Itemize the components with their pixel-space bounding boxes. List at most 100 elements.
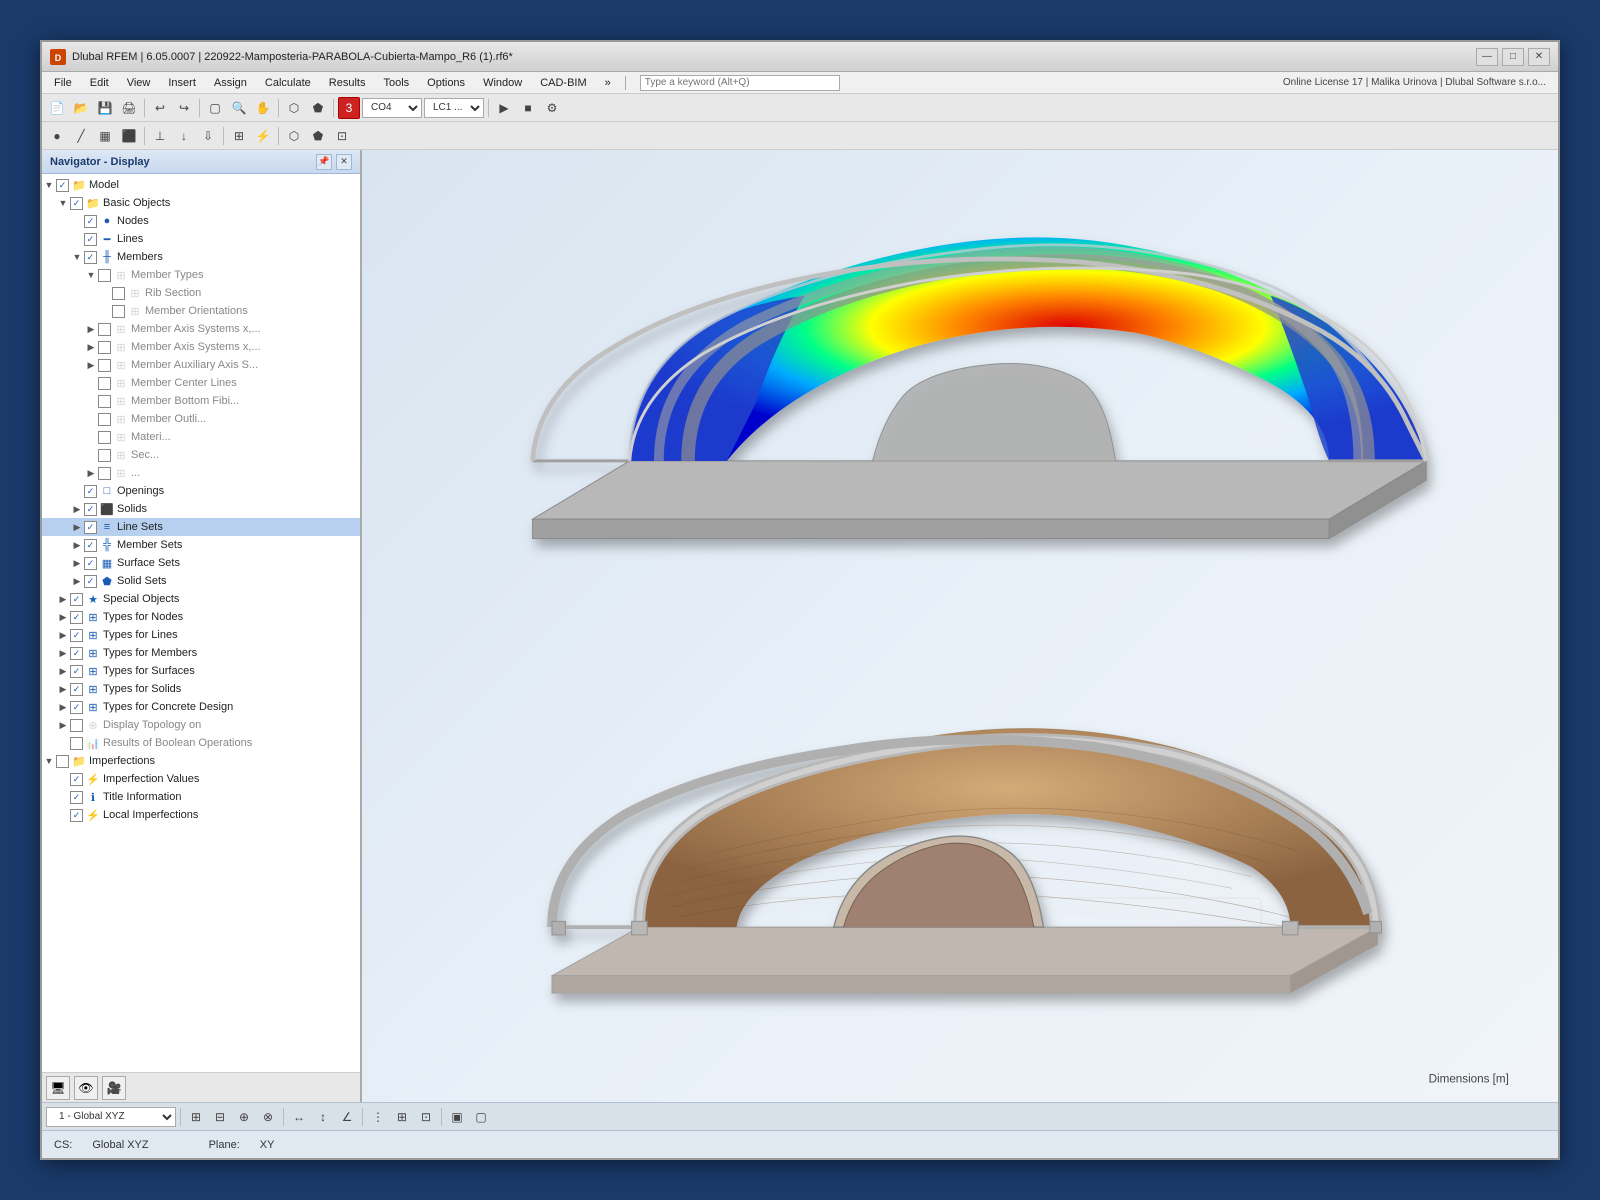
tree-item-display-topology[interactable]: ▶⊕Display Topology on — [42, 716, 360, 734]
menu-more[interactable]: » — [597, 75, 619, 91]
tree-checkbox-types-nodes[interactable] — [70, 611, 83, 624]
tree-item-types-lines[interactable]: ▶⊞Types for Lines — [42, 626, 360, 644]
tree-item-types-concrete[interactable]: ▶⊞Types for Concrete Design — [42, 698, 360, 716]
tb-new[interactable]: 📄 — [46, 97, 68, 119]
tree-expander-special-objects[interactable]: ▶ — [56, 592, 70, 606]
tree-item-sections[interactable]: ⊞Sec... — [42, 446, 360, 464]
tree-checkbox-local-imperfections[interactable] — [70, 809, 83, 822]
search-input[interactable] — [640, 75, 840, 91]
menu-edit[interactable]: Edit — [82, 75, 117, 91]
tree-expander-member-aux[interactable]: ▶ — [84, 358, 98, 372]
tree-checkbox-imperfections[interactable] — [56, 755, 69, 768]
tree-item-imperfection-values[interactable]: ⚡Imperfection Values — [42, 770, 360, 788]
menu-assign[interactable]: Assign — [206, 75, 255, 91]
tree-checkbox-special-objects[interactable] — [70, 593, 83, 606]
tree-checkbox-openings[interactable] — [84, 485, 97, 498]
tree-checkbox-member-center[interactable] — [98, 377, 111, 390]
tree-item-special-objects[interactable]: ▶★Special Objects — [42, 590, 360, 608]
tree-checkbox-display-topology[interactable] — [70, 719, 83, 732]
tb-run[interactable]: ▶ — [493, 97, 515, 119]
tree-checkbox-member-axis-x2[interactable] — [98, 341, 111, 354]
tb-wire[interactable]: ⬟ — [307, 97, 329, 119]
tree-checkbox-types-members[interactable] — [70, 647, 83, 660]
tree-checkbox-members[interactable] — [84, 251, 97, 264]
tree-item-types-nodes[interactable]: ▶⊞Types for Nodes — [42, 608, 360, 626]
tree-expander-member-axis-x1[interactable]: ▶ — [84, 322, 98, 336]
tb-save[interactable]: 💾 — [94, 97, 116, 119]
tree-expander-display-topology[interactable]: ▶ — [56, 718, 70, 732]
tree-expander-basic-objects[interactable]: ▼ — [56, 196, 70, 210]
navigator-tree[interactable]: ▼📁Model▼📁Basic Objects●Nodes━Lines▼╫Memb… — [42, 174, 360, 1072]
tree-checkbox-member-axis-x1[interactable] — [98, 323, 111, 336]
tree-item-nodes[interactable]: ●Nodes — [42, 212, 360, 230]
nav-camera-button[interactable]: 🎥 — [102, 1076, 126, 1100]
tree-expander-types-surfaces[interactable]: ▶ — [56, 664, 70, 678]
tree-checkbox-nodes[interactable] — [84, 215, 97, 228]
bt-axis2[interactable]: ↕ — [312, 1106, 334, 1128]
tb-redo[interactable]: ↪ — [173, 97, 195, 119]
tree-expander-imperfections[interactable]: ▼ — [42, 754, 56, 768]
tree-checkbox-results-boolean[interactable] — [70, 737, 83, 750]
tree-expander-types-lines[interactable]: ▶ — [56, 628, 70, 642]
tree-item-member-outline[interactable]: ⊞Member Outli... — [42, 410, 360, 428]
tree-item-results-boolean[interactable]: 📊Results of Boolean Operations — [42, 734, 360, 752]
tb-undo[interactable]: ↩ — [149, 97, 171, 119]
tree-expander-surfaces-group[interactable]: ▶ — [84, 466, 98, 480]
tree-item-types-solids[interactable]: ▶⊞Types for Solids — [42, 680, 360, 698]
tb-select[interactable]: ▢ — [204, 97, 226, 119]
tree-item-rib-section[interactable]: ⊞Rib Section — [42, 284, 360, 302]
tree-checkbox-member-aux[interactable] — [98, 359, 111, 372]
menu-window[interactable]: Window — [475, 75, 530, 91]
tree-checkbox-rib-section[interactable] — [112, 287, 125, 300]
menu-insert[interactable]: Insert — [160, 75, 204, 91]
tree-item-types-members[interactable]: ▶⊞Types for Members — [42, 644, 360, 662]
tree-checkbox-solid-sets[interactable] — [84, 575, 97, 588]
tree-item-types-surfaces[interactable]: ▶⊞Types for Surfaces — [42, 662, 360, 680]
tb-surface[interactable]: ▦ — [94, 125, 116, 147]
tree-checkbox-types-lines[interactable] — [70, 629, 83, 642]
co4-dropdown[interactable]: CO4 — [362, 98, 422, 118]
tree-checkbox-types-concrete[interactable] — [70, 701, 83, 714]
tree-expander-types-members[interactable]: ▶ — [56, 646, 70, 660]
viewport[interactable]: Dimensions [m] — [362, 150, 1558, 1102]
tree-expander-member-axis-x2[interactable]: ▶ — [84, 340, 98, 354]
tree-item-member-bottom[interactable]: ⊞Member Bottom Fibi... — [42, 392, 360, 410]
tree-item-materials[interactable]: ⊞Materi... — [42, 428, 360, 446]
tb-node[interactable]: ● — [46, 125, 68, 147]
tb-calc[interactable]: ⚡ — [252, 125, 274, 147]
tree-expander-types-nodes[interactable]: ▶ — [56, 610, 70, 624]
tree-item-member-axis-x1[interactable]: ▶⊞Member Axis Systems x,... — [42, 320, 360, 338]
bt-axis1[interactable]: ↔ — [288, 1106, 310, 1128]
bt-view-btn1[interactable]: ▣ — [446, 1106, 468, 1128]
tb-pan[interactable]: ✋ — [252, 97, 274, 119]
tb-zoom[interactable]: 🔍 — [228, 97, 250, 119]
menu-tools[interactable]: Tools — [375, 75, 417, 91]
tree-expander-surface-sets[interactable]: ▶ — [70, 556, 84, 570]
tb-view3[interactable]: ⊡ — [331, 125, 353, 147]
tb-load2[interactable]: ⇩ — [197, 125, 219, 147]
tree-expander-members[interactable]: ▼ — [70, 250, 84, 264]
tree-checkbox-surface-sets[interactable] — [84, 557, 97, 570]
nav-eye-button[interactable]: 👁 — [74, 1076, 98, 1100]
menu-options[interactable]: Options — [419, 75, 473, 91]
tree-checkbox-title-information[interactable] — [70, 791, 83, 804]
tb-3d[interactable]: ⬡ — [283, 97, 305, 119]
tree-item-member-sets[interactable]: ▶╬Member Sets — [42, 536, 360, 554]
tb-load[interactable]: ↓ — [173, 125, 195, 147]
tree-expander-solids[interactable]: ▶ — [70, 502, 84, 516]
tree-item-line-sets[interactable]: ▶≡Line Sets — [42, 518, 360, 536]
tree-expander-types-concrete[interactable]: ▶ — [56, 700, 70, 714]
bt-snap4[interactable]: ⊗ — [257, 1106, 279, 1128]
tb-solid[interactable]: ⬛ — [118, 125, 140, 147]
tree-item-member-types[interactable]: ▼⊞Member Types — [42, 266, 360, 284]
tree-item-openings[interactable]: □Openings — [42, 482, 360, 500]
coord-system-dropdown[interactable]: 1 - Global XYZ — [46, 1107, 176, 1127]
tree-checkbox-types-solids[interactable] — [70, 683, 83, 696]
tree-item-title-information[interactable]: ℹTitle Information — [42, 788, 360, 806]
tb-print[interactable]: 🖨 — [118, 97, 140, 119]
nav-display-button[interactable]: 🖥 — [46, 1076, 70, 1100]
tb-open[interactable]: 📂 — [70, 97, 92, 119]
tree-item-surface-sets[interactable]: ▶▦Surface Sets — [42, 554, 360, 572]
bt-view-btn2[interactable]: ▢ — [470, 1106, 492, 1128]
tb-settings[interactable]: ⚙ — [541, 97, 563, 119]
